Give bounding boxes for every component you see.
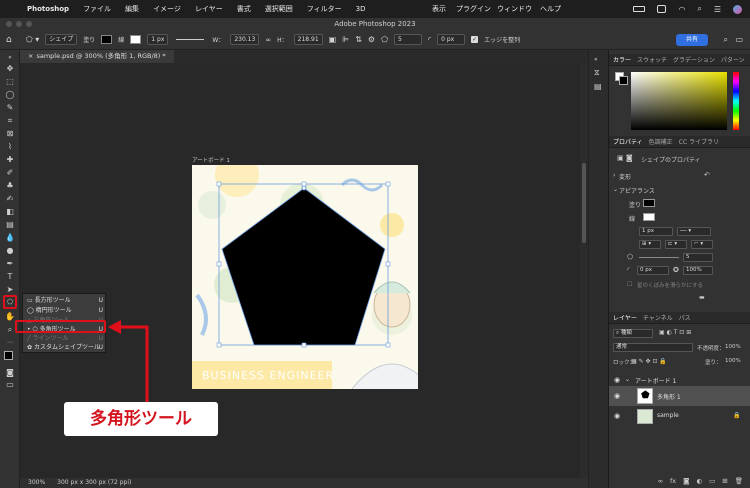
layer-row-polygon[interactable]: ◉ ⬟ 多角形 1 (609, 386, 750, 406)
fill-opacity-label: 塗り： (705, 360, 722, 366)
fill-opacity-value[interactable]: 100% (725, 358, 741, 364)
stroke-align-select[interactable]: ⊞ ▾ (639, 240, 661, 249)
tab-swatches[interactable]: スウォッチ (637, 55, 667, 64)
corner-radius-field[interactable]: 0 px (637, 266, 669, 275)
new-layer-icon[interactable]: ⊞ (722, 477, 727, 485)
tab-properties[interactable]: プロパティ (613, 137, 643, 146)
adjustment-icon[interactable]: ◐ (696, 477, 702, 485)
visibility-eye-icon[interactable]: ◉ (614, 412, 620, 420)
tab-color[interactable]: カラー (613, 55, 631, 64)
reset-icon[interactable]: ↶ (704, 171, 710, 179)
sides-slider[interactable] (639, 257, 679, 258)
sides-icon: ⬠ (627, 253, 634, 261)
stroke-corners-select[interactable]: ⌐ ▾ (691, 240, 713, 249)
transform-chevron-icon[interactable]: › (613, 172, 615, 179)
link-layers-icon[interactable]: ∞ (658, 477, 663, 485)
expand-chevron-icon[interactable]: ⌄ (625, 376, 630, 383)
color-panel-tabs: カラー スウォッチ グラデーション パターン (609, 54, 750, 66)
shape-properties-icon: ▣ ◙ (617, 154, 633, 162)
folder-icon[interactable]: ▭ (709, 477, 715, 485)
callout-label: 多角形ツール (64, 402, 218, 436)
stroke-width-field[interactable]: 1 px (639, 227, 673, 236)
opacity-value[interactable]: 100% (725, 344, 741, 350)
panel-icon-strip: « ⧖ ▤ (588, 50, 608, 488)
history-icon[interactable]: ⧖ (594, 68, 600, 78)
layer-row-sample[interactable]: ◉ sample 🔒 (609, 407, 750, 426)
tab-layers[interactable]: レイヤー (613, 313, 637, 322)
transform-section[interactable]: 変形 (619, 172, 631, 181)
tab-patterns[interactable]: パターン (721, 55, 745, 64)
properties-subtitle: シェイプのプロパティ (641, 157, 701, 164)
layer-filter-select[interactable]: ⌕ 種類 (613, 329, 653, 338)
corner-radius-icon: ◜ (627, 266, 630, 274)
layer-name: アートボード 1 (635, 378, 677, 385)
stroke-color-swatch[interactable] (643, 213, 655, 221)
layers-footer: ∞ fx ◙ ◐ ▭ ⊞ 🗑 (609, 474, 750, 488)
fx-icon[interactable]: fx (670, 477, 676, 485)
tab-adjustments[interactable]: 色調補正 (649, 137, 673, 146)
stroke-type-select[interactable]: ── ▾ (677, 227, 711, 236)
lock-icons[interactable]: ▦ ✎ ✥ ⊡ 🔒 (631, 358, 667, 365)
polygon-thumbnail-icon: ⬟ (641, 390, 650, 401)
tab-gradients[interactable]: グラデーション (673, 55, 715, 64)
layer-name: 多角形 1 (657, 394, 681, 401)
visibility-eye-icon[interactable]: ◉ (614, 392, 620, 400)
fill-label: 塗り (629, 202, 642, 209)
fill-color-swatch[interactable] (643, 199, 655, 207)
layer-filter-label: 種類 (620, 330, 632, 336)
more-options-icon[interactable]: ▬ (699, 294, 705, 301)
smooth-indents-label: 星のくぼみを滑らかにする (637, 283, 704, 289)
right-panels: カラー スウォッチ グラデーション パターン プロパティ 色調補正 CC ライブ… (608, 50, 750, 488)
blend-mode-select[interactable]: 通常 (613, 343, 693, 352)
star-ratio-icon: ✪ (673, 266, 679, 274)
tab-channels[interactable]: チャンネル (643, 313, 673, 322)
opacity-label: 不透明度： (697, 346, 725, 352)
layer-thumbnail (637, 409, 653, 424)
layers-panel-tabs: レイヤー チャンネル パス (609, 312, 750, 324)
sides-field[interactable]: 5 (683, 253, 713, 262)
layer-filter-icons[interactable]: ▣ ◐ T ⊡ ⊞ (659, 329, 691, 336)
foreground-color-chip[interactable] (619, 76, 628, 85)
comments-icon[interactable]: ▤ (594, 82, 602, 91)
layer-thumbnail: ⬟ (637, 388, 653, 404)
collapse-panels-icon[interactable]: « (594, 56, 598, 63)
stroke-caps-select[interactable]: ⊏ ▾ (665, 240, 687, 249)
tab-libraries[interactable]: CC ライブラリ (679, 137, 719, 146)
star-ratio-field[interactable]: 100% (683, 266, 713, 275)
layer-name: sample (657, 412, 679, 419)
trash-icon[interactable]: 🗑 (735, 477, 743, 485)
color-picker-field[interactable] (631, 72, 727, 130)
visibility-eye-icon[interactable]: ◉ (614, 376, 620, 384)
smooth-indents-checkbox[interactable]: ☐ (627, 281, 632, 288)
hue-slider[interactable] (733, 72, 739, 130)
tab-paths[interactable]: パス (679, 313, 691, 322)
stroke-label: 線 (629, 216, 636, 223)
mask-icon[interactable]: ◙ (683, 477, 689, 485)
lock-icon: 🔒 (733, 412, 741, 419)
appearance-chevron-icon[interactable]: ⌄ (613, 186, 618, 193)
properties-panel-tabs: プロパティ 色調補正 CC ライブラリ (609, 136, 750, 148)
appearance-section[interactable]: アピアランス (619, 186, 655, 195)
